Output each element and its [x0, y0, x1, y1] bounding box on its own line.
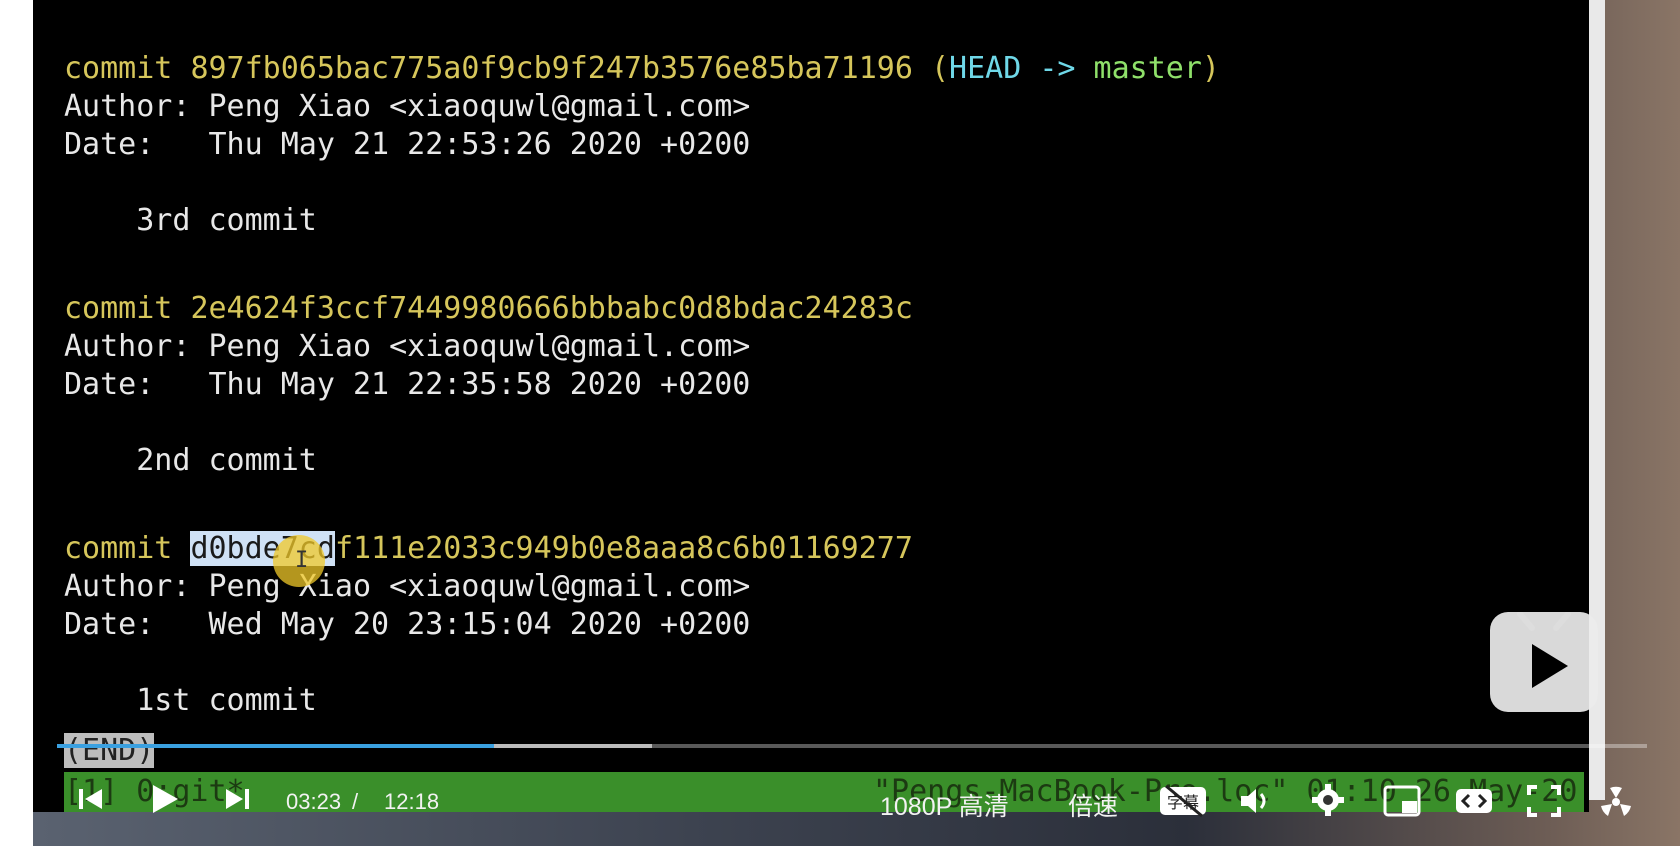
radiation-icon[interactable] — [1598, 784, 1634, 825]
subtitle-off-icon[interactable]: 字幕 — [1158, 784, 1208, 823]
desktop-background: commit 897fb065bac775a0f9cb9f247b3576e85… — [33, 0, 1680, 846]
commit-message: 2nd commit — [64, 443, 317, 478]
date-line: Date: Wed May 20 23:15:04 2020 +0200 — [64, 607, 751, 642]
commit-message: 1st commit — [64, 683, 317, 718]
commit-line: commit 897fb065bac775a0f9cb9f247b3576e85… — [64, 50, 1220, 88]
date-line: Date: Thu May 21 22:35:58 2020 +0200 — [64, 367, 751, 402]
author-line: Author: Peng Xiao <xiaoquwl@gmail.com> — [64, 89, 751, 124]
date-line: Date: Thu May 21 22:53:26 2020 +0200 — [64, 127, 751, 162]
next-icon[interactable] — [222, 784, 252, 819]
previous-icon[interactable] — [76, 784, 106, 819]
commit-hash[interactable]: 2e4624f3ccf7449980666bbbabc0d8bdac24283c — [190, 291, 912, 326]
end-marker: (END) — [64, 733, 155, 768]
author-line: Author: Peng Xiao <xiaoquwl@gmail.com> — [64, 329, 751, 364]
commit-keyword: commit — [64, 531, 191, 566]
branch-ref: master — [1093, 51, 1202, 86]
terminal-window[interactable]: commit 897fb065bac775a0f9cb9f247b3576e85… — [33, 0, 1589, 812]
bilibili-play-button[interactable] — [1490, 612, 1598, 712]
speed-button[interactable]: 倍速 — [1068, 787, 1118, 823]
settings-gear-icon[interactable] — [1310, 782, 1346, 823]
fullscreen-icon[interactable] — [1526, 784, 1562, 823]
widescreen-icon[interactable] — [1454, 784, 1494, 823]
volume-icon[interactable] — [1238, 784, 1274, 823]
commit-message: 3rd commit — [64, 203, 317, 238]
ibeam-cursor-icon: I — [295, 548, 309, 573]
commit-keyword: commit — [64, 51, 191, 86]
commit-hash[interactable]: 897fb065bac775a0f9cb9f247b3576e85ba71196 — [190, 51, 912, 86]
commit-line: commit 2e4624f3ccf7449980666bbbabc0d8bda… — [64, 290, 913, 328]
commit-line: commit d0bde7cdf111e2033c949b0e8aaa8c6b0… — [64, 530, 913, 568]
pager-end-line: (END) — [64, 732, 155, 770]
picture-in-picture-icon[interactable] — [1382, 784, 1422, 823]
quality-button[interactable]: 1080P 高清 — [880, 787, 1009, 823]
total-time: 12:18 — [384, 789, 440, 814]
progress-played[interactable] — [57, 744, 495, 748]
time-separator: / — [352, 789, 359, 814]
commit-hash-rest[interactable]: f111e2033c949b0e8aaa8c6b01169277 — [335, 531, 913, 566]
ref-arrow: -> — [1021, 51, 1094, 86]
commit-keyword: commit — [64, 291, 191, 326]
current-time: 03:23 — [286, 789, 342, 814]
play-icon[interactable] — [147, 782, 181, 821]
ref-open: ( — [912, 51, 950, 86]
ref-close: ) — [1201, 51, 1220, 86]
author-line: Author: Peng Xiao <xiaoquwl@gmail.com> — [64, 569, 751, 604]
head-ref: HEAD — [949, 51, 1022, 86]
